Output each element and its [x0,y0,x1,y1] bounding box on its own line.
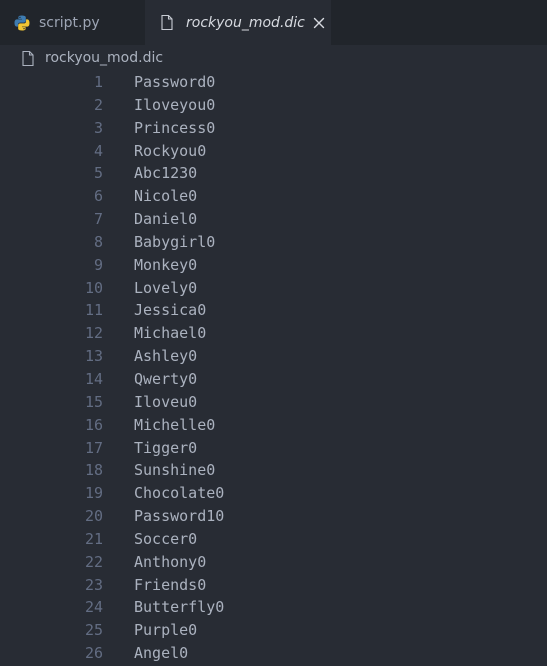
line-number: 1 [93,73,103,91]
code-line[interactable]: 13 Ashley0 [0,345,547,368]
line-number: 2 [93,95,103,114]
tab-label: script.py [39,14,100,31]
line-number: 24 [84,598,103,617]
tab-script-py[interactable]: script.py [0,0,145,45]
code-line[interactable]: 16 Michelle0 [0,414,547,437]
editor-window: script.py rockyou_mod.dic rockyou_mod.di… [0,0,547,666]
code-line[interactable]: 10 Lovely0 [0,277,547,300]
close-icon[interactable] [313,17,325,29]
line-number: 4 [93,141,103,160]
code-line[interactable]: 24 Butterfly0 [0,596,547,619]
line-number: 13 [84,347,103,366]
tab-label: rockyou_mod.dic [186,14,305,31]
code-line[interactable]: 17 Tigger0 [0,437,547,460]
line-text[interactable]: Iloveyou0 [103,94,215,117]
line-text[interactable]: Nicole0 [103,185,197,208]
line-number: 14 [84,369,103,388]
line-text[interactable]: Rockyou0 [103,140,206,163]
line-number: 5 [93,164,103,183]
line-text[interactable]: Iloveu0 [103,391,197,414]
code-line[interactable]: 14 Qwerty0 [0,368,547,391]
python-icon [14,15,30,30]
code-line[interactable]: 5 Abc1230 [0,162,547,185]
line-number: 10 [84,278,103,297]
code-line[interactable]: 15 Iloveu0 [0,391,547,414]
line-text[interactable]: Abc1230 [103,162,197,185]
line-text[interactable]: Angel0 [103,642,188,665]
code-line[interactable]: 4 Rockyou0 [0,140,547,163]
line-number: 3 [93,118,103,137]
code-line[interactable]: 18 Sunshine0 [0,459,547,482]
breadcrumb-label: rockyou_mod.dic [45,50,164,66]
code-line[interactable]: 19 Chocolate0 [0,482,547,505]
line-number: 23 [84,575,103,594]
line-text[interactable]: Michael0 [103,322,206,345]
line-number: 16 [84,415,103,434]
line-text[interactable]: Daniel0 [103,208,197,231]
line-number: 6 [93,187,103,206]
code-line[interactable]: 1 Password0 [0,71,547,94]
code-line[interactable]: 25 Purple0 [0,619,547,642]
line-text[interactable]: Jessica0 [103,299,206,322]
line-number: 20 [84,507,103,526]
line-text[interactable]: Password0 [103,71,215,94]
breadcrumb[interactable]: rockyou_mod.dic [0,45,547,71]
line-text[interactable]: Chocolate0 [103,482,224,505]
line-number: 18 [84,461,103,480]
code-line[interactable]: 21 Soccer0 [0,528,547,551]
code-line[interactable]: 26 Angel0 [0,642,547,665]
line-text[interactable]: Friends0 [103,574,206,597]
code-line[interactable]: 9 Monkey0 [0,254,547,277]
code-line[interactable]: 22 Anthony0 [0,551,547,574]
line-number: 15 [84,392,103,411]
line-text[interactable]: Sunshine0 [103,459,215,482]
line-text[interactable]: Butterfly0 [103,596,224,619]
line-text[interactable]: Tigger0 [103,437,197,460]
line-number: 19 [84,484,103,503]
line-text[interactable]: Ashley0 [103,345,197,368]
line-text[interactable]: Babygirl0 [103,231,215,254]
code-line[interactable]: 7 Daniel0 [0,208,547,231]
code-editor[interactable]: 1 Password0 2 Iloveyou0 3 Princess0 4 Rockyou0 5… [0,71,547,665]
line-number: 17 [84,438,103,457]
line-number: 25 [84,621,103,640]
line-text[interactable]: Princess0 [103,117,215,140]
file-icon [22,50,34,66]
file-icon [161,15,173,30]
tab-rockyou-mod-dic[interactable]: rockyou_mod.dic [145,0,331,45]
line-number: 12 [84,324,103,343]
line-text[interactable]: Purple0 [103,619,197,642]
tab-bar: script.py rockyou_mod.dic [0,0,547,45]
line-number: 11 [84,301,103,320]
line-number: 21 [84,529,103,548]
code-line[interactable]: 6 Nicole0 [0,185,547,208]
line-text[interactable]: Lovely0 [103,277,197,300]
line-text[interactable]: Password10 [103,505,224,528]
line-number: 7 [93,210,103,229]
code-line[interactable]: 2 Iloveyou0 [0,94,547,117]
line-number: 9 [93,255,103,274]
code-line[interactable]: 20 Password10 [0,505,547,528]
line-number: 8 [93,232,103,251]
line-text[interactable]: Michelle0 [103,414,215,437]
code-line[interactable]: 23 Friends0 [0,574,547,597]
line-text[interactable]: Monkey0 [103,254,197,277]
line-text[interactable]: Soccer0 [103,528,197,551]
line-text[interactable]: Anthony0 [103,551,206,574]
line-number: 22 [84,552,103,571]
code-line[interactable]: 11 Jessica0 [0,299,547,322]
code-line[interactable]: 12 Michael0 [0,322,547,345]
line-text[interactable]: Qwerty0 [103,368,197,391]
code-line[interactable]: 8 Babygirl0 [0,231,547,254]
code-line[interactable]: 3 Princess0 [0,117,547,140]
line-number: 26 [84,644,103,663]
